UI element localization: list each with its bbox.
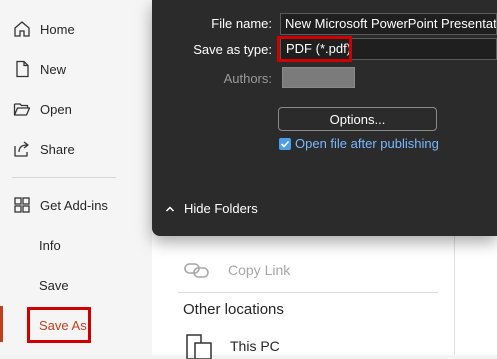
chevron-up-icon	[165, 204, 175, 214]
sidebar-item-new[interactable]: New	[0, 52, 150, 86]
sidebar-item-home[interactable]: Home	[0, 12, 150, 46]
sidebar-divider	[12, 177, 116, 178]
sidebar-item-open[interactable]: Open	[0, 92, 150, 126]
copy-link-label: Copy Link	[228, 262, 291, 278]
other-locations-heading: Other locations	[183, 301, 284, 318]
link-icon	[182, 255, 212, 285]
authors-label: Authors:	[223, 71, 272, 86]
this-pc-item[interactable]: This PC	[183, 333, 280, 359]
save-as-type-label: Save as type:	[193, 42, 272, 57]
options-button[interactable]: Options...	[278, 107, 437, 131]
open-after-publishing-label[interactable]: Open file after publishing	[295, 136, 439, 151]
sidebar-item-label: Info	[39, 237, 61, 253]
sidebar-item-label: Home	[40, 21, 75, 37]
new-document-icon	[13, 60, 31, 78]
sidebar-item-label: New	[40, 61, 67, 77]
file-name-field[interactable]: New Microsoft PowerPoint Presentation.	[280, 13, 497, 35]
file-name-label: File name:	[211, 16, 272, 31]
section-divider	[178, 292, 438, 293]
highlight-box-save-as-type	[277, 36, 352, 62]
open-after-publishing-checkbox[interactable]	[279, 138, 291, 150]
selected-item-marker	[0, 306, 3, 342]
sidebar-item-info[interactable]: Info	[0, 228, 150, 262]
hide-folders-label: Hide Folders	[184, 201, 258, 216]
home-icon	[13, 20, 31, 38]
sidebar-item-label: Share	[40, 141, 75, 157]
share-icon	[13, 140, 31, 158]
this-pc-label: This PC	[230, 338, 280, 354]
authors-field[interactable]	[282, 67, 355, 88]
backstage-sidebar: Home New Open Share Get Add-ins Info Sav…	[0, 0, 152, 355]
add-ins-icon	[13, 196, 31, 214]
checkmark-icon	[280, 140, 290, 148]
sidebar-item-label: Open	[40, 101, 72, 117]
sidebar-item-label: Save	[39, 277, 69, 293]
sidebar-item-save[interactable]: Save	[0, 268, 150, 302]
column-divider	[454, 235, 455, 355]
highlight-box-save-as	[27, 307, 91, 343]
sidebar-item-label: Get Add-ins	[40, 197, 108, 213]
folder-open-icon	[13, 100, 31, 118]
sidebar-item-share[interactable]: Share	[0, 132, 150, 166]
computer-icon	[183, 333, 213, 359]
copy-link-item[interactable]: Copy Link	[182, 255, 290, 285]
hide-folders-toggle[interactable]: Hide Folders	[165, 201, 258, 216]
sidebar-item-get-add-ins[interactable]: Get Add-ins	[0, 188, 150, 222]
